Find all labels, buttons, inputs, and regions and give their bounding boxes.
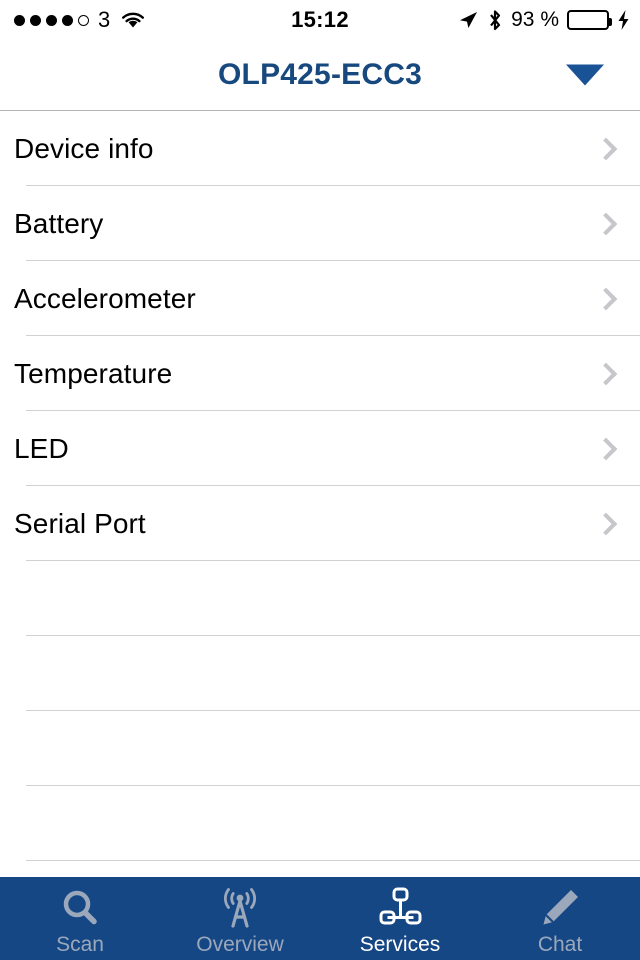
list-item[interactable]: Device info	[0, 111, 640, 186]
list-item-empty	[0, 711, 640, 786]
broadcast-tower-icon	[218, 885, 262, 931]
list-item[interactable]: Battery	[0, 186, 640, 261]
navigation-bar: OLP425-ECC3	[0, 40, 640, 111]
tab-chat[interactable]: Chat	[480, 877, 640, 960]
list-item-label: LED	[14, 432, 69, 464]
location-arrow-icon	[460, 12, 478, 28]
list-item[interactable]: Serial Port	[0, 486, 640, 561]
tab-label: Services	[359, 933, 441, 956]
list-item[interactable]: LED	[0, 411, 640, 486]
list-item-label: Device info	[14, 132, 154, 164]
list-item-label: Temperature	[14, 357, 173, 389]
services-list[interactable]: Device info Battery Accelerometer Temper…	[0, 111, 640, 877]
list-item-empty	[0, 561, 640, 636]
list-item-label: Accelerometer	[14, 282, 196, 314]
tab-overview[interactable]: Overview	[160, 877, 320, 960]
list-item-label: Battery	[14, 207, 104, 239]
chevron-right-icon	[594, 137, 618, 160]
chevron-right-icon	[594, 212, 618, 235]
status-bar-right: 93 %	[457, 0, 630, 40]
tab-label: Chat	[537, 933, 583, 956]
list-item-empty	[0, 786, 640, 861]
list-item[interactable]: Accelerometer	[0, 261, 640, 336]
status-bar: 3 15:12 93 %	[0, 0, 640, 40]
chevron-right-icon	[594, 287, 618, 310]
app-screen: 3 15:12 93 % OLP425-ECC3 Device info Bat…	[0, 0, 640, 960]
magnifier-icon	[59, 885, 101, 931]
chevron-right-icon	[594, 362, 618, 385]
tab-services[interactable]: Services	[320, 877, 480, 960]
tab-scan[interactable]: Scan	[0, 877, 160, 960]
bluetooth-icon	[490, 9, 501, 30]
list-item[interactable]: Temperature	[0, 336, 640, 411]
list-item-empty	[0, 636, 640, 711]
tab-label: Overview	[196, 933, 284, 956]
triangle-down-icon[interactable]	[566, 64, 604, 86]
page-title: OLP425-ECC3	[218, 58, 422, 91]
tab-label: Scan	[56, 933, 104, 956]
chevron-right-icon	[594, 512, 618, 535]
lightning-bolt-icon	[618, 10, 629, 30]
chevron-right-icon	[594, 437, 618, 460]
battery-percent-label: 93 %	[511, 8, 559, 31]
list-item-label: Serial Port	[14, 507, 146, 539]
battery-icon	[567, 10, 612, 30]
network-tree-icon	[376, 885, 424, 931]
tab-bar: Scan Overview Services Chat	[0, 877, 640, 960]
pencil-icon	[538, 885, 582, 931]
